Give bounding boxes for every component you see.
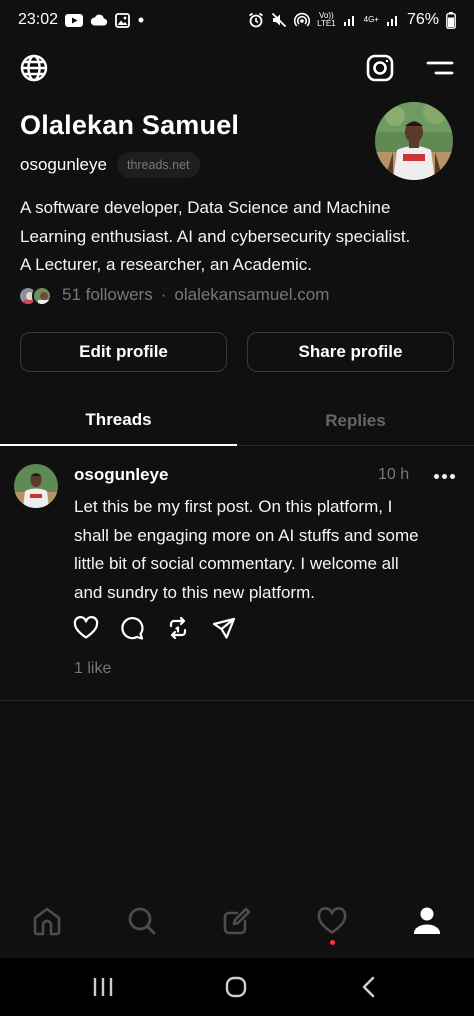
network-4g: 4G+ [363, 15, 379, 24]
battery-icon [446, 11, 456, 29]
gallery-icon [115, 12, 130, 28]
tab-replies[interactable]: Replies [237, 396, 474, 446]
profile-handle: osogunleye [20, 155, 107, 174]
dot-icon [138, 17, 144, 23]
notification-dot [330, 940, 335, 945]
share-icon[interactable] [210, 614, 238, 642]
top-bar [0, 50, 474, 90]
followers-row: 51 followers · olalekansamuel.com [18, 283, 329, 307]
activity-icon[interactable] [315, 904, 349, 938]
post-avatar[interactable] [14, 464, 58, 508]
edit-profile-button[interactable]: Edit profile [20, 332, 227, 372]
domain-chip[interactable]: threads.net [116, 152, 200, 178]
post-time: 10 h [378, 466, 410, 483]
status-time: 23:02 [18, 11, 59, 28]
status-bar: 23:02 Vo)) LTE1 4G+ 76% [0, 0, 474, 40]
post-line: Let this be my first post. On this platf… [74, 497, 393, 516]
follower-avatars[interactable] [18, 284, 58, 306]
repost-icon[interactable] [164, 614, 192, 642]
bio-line: Learning enthusiast. AI and cybersecurit… [20, 226, 411, 246]
post-line: and sundry to this new platform. [74, 582, 315, 602]
android-nav-bar [0, 958, 474, 1016]
followers-count[interactable]: 51 followers [62, 285, 153, 305]
home-icon[interactable] [30, 904, 64, 938]
likes-count[interactable]: 1 like [74, 660, 111, 678]
cloud-icon [90, 14, 108, 26]
comment-icon[interactable] [118, 614, 146, 642]
volte-line2: LTE1 [317, 19, 336, 28]
share-profile-button[interactable]: Share profile [247, 332, 454, 372]
mute-icon [271, 12, 287, 28]
post-divider [0, 700, 474, 701]
profile-icon[interactable] [410, 904, 444, 938]
search-icon[interactable] [125, 904, 159, 938]
follower-avatar [32, 286, 52, 306]
bottom-nav [0, 888, 474, 958]
recents-icon[interactable] [90, 974, 116, 1000]
post-text: Let this be my first post. On this platf… [74, 493, 464, 607]
menu-icon[interactable] [424, 54, 456, 82]
bio-line: A Lecturer, a researcher, an Academic. [20, 255, 312, 274]
signal-icon-2 [386, 16, 397, 26]
alarm-icon [249, 12, 264, 28]
home-circle-icon[interactable] [223, 974, 249, 1000]
more-options-icon[interactable] [430, 466, 458, 486]
post-username[interactable]: osogunleye [74, 465, 168, 485]
volte-indicator: Vo)) LTE1 [317, 12, 336, 28]
instagram-icon[interactable] [364, 52, 396, 84]
website-link[interactable]: olalekansamuel.com [174, 285, 329, 305]
handle-row: osogunleye threads.net [20, 150, 200, 180]
bio-line: A software developer, Data Science and M… [20, 198, 391, 217]
signal-icon [343, 16, 354, 26]
profile-name: Olalekan Samuel [20, 110, 240, 140]
hotspot-icon [294, 12, 311, 27]
post-actions [72, 614, 238, 642]
tab-threads[interactable]: Threads [0, 396, 237, 446]
status-bar-left: 23:02 [18, 11, 145, 29]
heart-icon[interactable] [72, 614, 100, 642]
battery-percent: 76% [406, 11, 439, 28]
separator-dot: · [160, 285, 167, 304]
globe-icon[interactable] [18, 52, 50, 84]
status-bar-right: Vo)) LTE1 4G+ 76% [248, 11, 456, 29]
compose-icon[interactable] [220, 904, 254, 938]
profile-tabs: Threads Replies [0, 396, 474, 446]
back-icon[interactable] [356, 974, 382, 1000]
post-line: little bit of social commentary. I welco… [74, 554, 399, 573]
youtube-icon [65, 13, 84, 27]
avatar[interactable] [375, 102, 453, 180]
profile-bio: A software developer, Data Science and M… [20, 194, 460, 280]
post-line: shall be engaging more on AI stuffs and … [74, 525, 419, 545]
